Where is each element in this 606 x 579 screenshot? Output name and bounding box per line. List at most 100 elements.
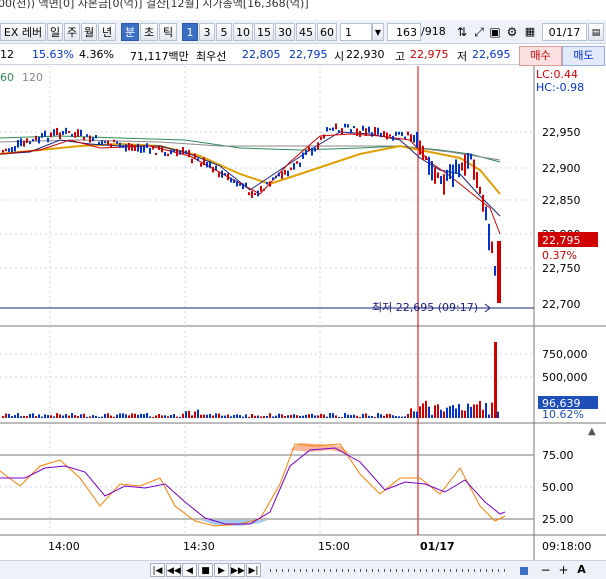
candle bbox=[89, 135, 91, 143]
candle bbox=[440, 175, 442, 185]
best-quote-label: 최우선 bbox=[196, 50, 227, 63]
candle bbox=[353, 125, 355, 129]
candle bbox=[416, 131, 418, 148]
settings-gear-icon[interactable]: ⚙ bbox=[504, 23, 520, 41]
candle bbox=[146, 143, 148, 149]
unit-second-button[interactable]: 초 bbox=[140, 23, 158, 41]
period-month-button[interactable]: 월 bbox=[81, 23, 97, 41]
volume-bar bbox=[317, 415, 319, 418]
candle bbox=[362, 125, 364, 131]
candle bbox=[26, 138, 28, 144]
candle bbox=[203, 157, 205, 166]
scroll-start-icon[interactable]: |◀ bbox=[150, 563, 165, 577]
play-icon[interactable]: ▶ bbox=[214, 563, 229, 577]
interval-1-button[interactable]: 1 bbox=[182, 23, 198, 41]
zoom-out-button[interactable]: − bbox=[538, 563, 553, 577]
interval-30-button[interactable]: 30 bbox=[275, 23, 295, 41]
candle bbox=[275, 175, 277, 179]
volume-bar bbox=[311, 413, 313, 418]
volume-bar bbox=[173, 414, 175, 418]
sell-button[interactable]: 매도 bbox=[562, 46, 605, 66]
zoom-in-button[interactable]: + bbox=[556, 563, 571, 577]
zoom-slider-track[interactable] bbox=[270, 569, 510, 572]
pane-collapse-icon[interactable]: ▲ bbox=[588, 426, 596, 437]
volume-bar bbox=[167, 416, 169, 418]
volume-bar bbox=[290, 415, 292, 418]
volume-bar bbox=[455, 408, 457, 418]
interval-dropdown-icon[interactable]: ▼ bbox=[372, 23, 384, 41]
volume-bar bbox=[41, 416, 43, 418]
volume-bar bbox=[428, 406, 430, 418]
volume-bar bbox=[89, 416, 91, 418]
candle bbox=[401, 131, 403, 136]
count-input[interactable]: 163 bbox=[387, 23, 421, 41]
candle bbox=[329, 128, 331, 131]
interval-5-button[interactable]: 5 bbox=[216, 23, 232, 41]
auto-scale-button[interactable]: A bbox=[574, 563, 589, 577]
expand-icon[interactable]: ⤢ bbox=[472, 23, 486, 41]
volume-bar bbox=[209, 414, 211, 418]
period-year-button[interactable]: 년 bbox=[98, 23, 116, 41]
interval-15-button[interactable]: 15 bbox=[254, 23, 274, 41]
interval-45-button[interactable]: 45 bbox=[296, 23, 316, 41]
candle bbox=[320, 136, 322, 140]
candle bbox=[236, 180, 238, 187]
candle bbox=[389, 134, 391, 137]
price-chart-area[interactable]: 60 120 LC:0.44 HC:-0.98 최저 22,695 (09:17… bbox=[0, 66, 606, 560]
symbol-selector[interactable]: EX 레버 bbox=[0, 23, 46, 41]
zoom-slider-thumb[interactable] bbox=[520, 567, 528, 575]
volume-bar bbox=[203, 414, 205, 418]
candle bbox=[104, 141, 106, 144]
stop-icon[interactable]: ■ bbox=[198, 563, 213, 577]
volume-bar bbox=[419, 406, 421, 418]
volume-bar bbox=[359, 416, 361, 418]
calendar-icon[interactable]: ▤ bbox=[588, 23, 604, 41]
unit-tick-button[interactable]: 틱 bbox=[159, 23, 177, 41]
candle bbox=[257, 190, 259, 197]
volume-bar bbox=[248, 416, 250, 418]
volume-bar bbox=[254, 415, 256, 418]
period-day-button[interactable]: 일 bbox=[47, 23, 63, 41]
candle bbox=[161, 146, 163, 153]
interval-input[interactable]: 1 bbox=[340, 23, 372, 41]
volume-bar bbox=[236, 414, 238, 418]
scroll-forward-icon[interactable]: ▶▶ bbox=[230, 563, 245, 577]
candle bbox=[212, 166, 214, 173]
candle bbox=[284, 169, 286, 175]
volume-bar bbox=[164, 415, 166, 418]
time-axis-label: 15:00 bbox=[318, 540, 350, 553]
chart-type-icon[interactable]: ⇅ bbox=[453, 23, 471, 41]
interval-10-button[interactable]: 10 bbox=[233, 23, 253, 41]
candle bbox=[173, 149, 175, 153]
candle bbox=[383, 131, 385, 137]
volume-bar bbox=[296, 415, 298, 418]
grid-icon[interactable]: ▦ bbox=[522, 23, 538, 41]
candle bbox=[176, 148, 178, 157]
unit-minute-button[interactable]: 분 bbox=[121, 23, 139, 41]
volume-bar bbox=[278, 413, 280, 418]
volume-bar bbox=[305, 414, 307, 418]
candle bbox=[47, 137, 49, 143]
buy-button[interactable]: 매수 bbox=[519, 46, 562, 66]
volume-bar bbox=[479, 400, 481, 418]
interval-60-button[interactable]: 60 bbox=[317, 23, 337, 41]
candle bbox=[215, 165, 217, 170]
candle bbox=[35, 135, 37, 141]
scroll-step-back-icon[interactable]: ◀ bbox=[182, 563, 197, 577]
volume-bar bbox=[341, 416, 343, 418]
period-week-button[interactable]: 주 bbox=[64, 23, 80, 41]
scroll-end-icon[interactable]: ▶| bbox=[246, 563, 261, 577]
candle bbox=[125, 144, 127, 152]
volume-bar bbox=[92, 415, 94, 418]
volume-bar bbox=[395, 415, 397, 418]
volume-bar bbox=[365, 413, 367, 418]
scroll-back-icon[interactable]: ◀◀ bbox=[166, 563, 181, 577]
save-icon[interactable]: ▣ bbox=[487, 23, 503, 41]
candle bbox=[218, 172, 220, 178]
stoch-axis-label: 50.00 bbox=[542, 481, 574, 494]
candle bbox=[419, 140, 421, 155]
candle bbox=[296, 161, 298, 164]
volume-bar bbox=[299, 415, 301, 418]
date-input[interactable]: 01/17 bbox=[542, 23, 587, 41]
interval-3-button[interactable]: 3 bbox=[199, 23, 215, 41]
